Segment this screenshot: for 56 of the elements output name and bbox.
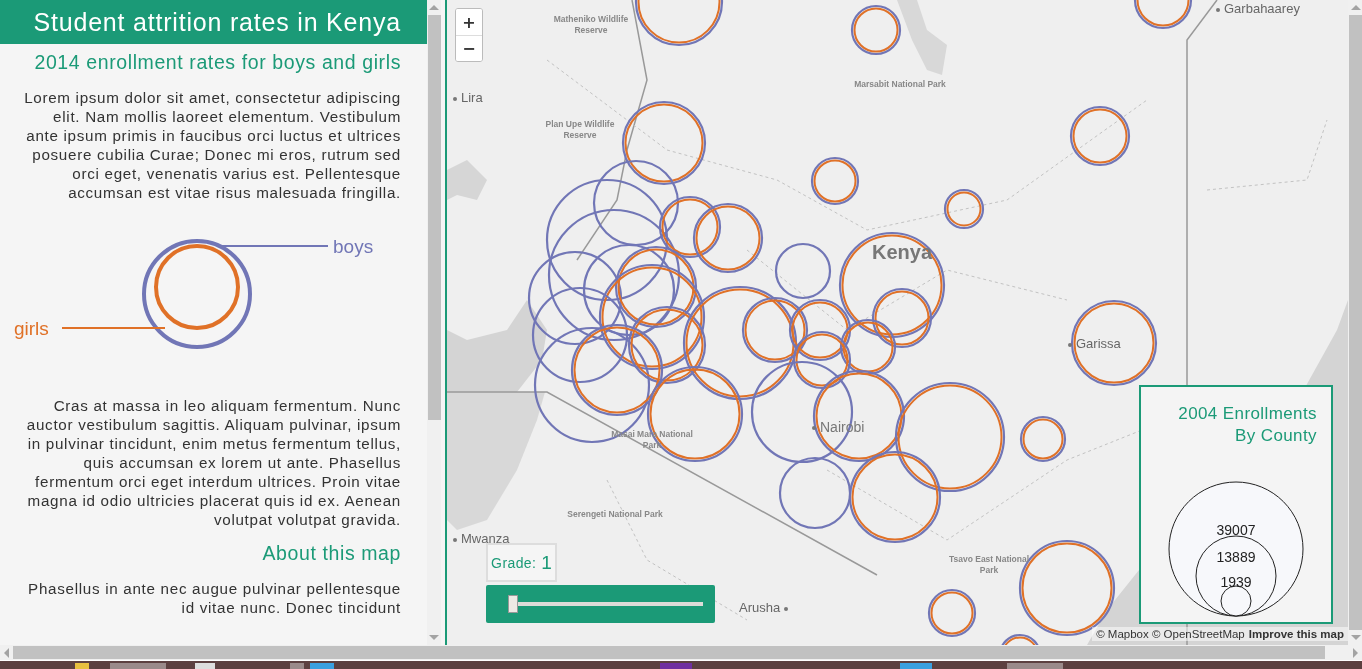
taskbar-icon[interactable] [290, 663, 304, 669]
body-paragraph: Lorem ipsum dolor sit amet, consectetur adipiscing elit. Nam mollis laoreet elementum. Vestibulum ante ipsum primis in faucibus orci luctus et ultrices posuere cubilia Curae; Donec mi eros, rutrum sed orci eget, venenatis varius est. Pellentesque accumsan est vitae risus malesuada fringilla. [24, 88, 401, 202]
town-dot-icon [1068, 342, 1072, 347]
slider-thumb[interactable] [508, 595, 518, 613]
scroll-down-icon[interactable] [429, 635, 439, 640]
scrollbar-thumb[interactable] [427, 15, 441, 420]
legend-label: girls [14, 318, 49, 339]
map-place-label: Garbahaarey [1224, 1, 1300, 16]
body-paragraph: Phasellus in ante nec augue pulvinar pellentesque id vitae nunc. Donec tincidunt [27, 579, 401, 617]
grade-label: Grade: [491, 554, 537, 571]
zoom-out-button[interactable]: − [456, 35, 482, 61]
improve-map-link[interactable]: Improve this map [1248, 628, 1344, 640]
map-place-label: Plan Upe Wildlife Reserve [545, 119, 615, 140]
map-place-label: Mwanza [461, 531, 510, 546]
county-bubble [850, 4, 902, 56]
county-bubble [1019, 415, 1067, 463]
county-bubble [1069, 105, 1131, 167]
scrollbar-thumb[interactable] [1349, 15, 1362, 630]
map-place-label: Serengeti National Park [567, 509, 663, 519]
grade-slider[interactable] [508, 595, 703, 613]
county-bubble [810, 156, 860, 206]
taskbar-icon[interactable] [75, 663, 89, 669]
county-bubble [1133, 0, 1193, 30]
town-dot-icon [784, 606, 789, 611]
scroll-down-icon[interactable] [1351, 635, 1361, 640]
county-bubble [927, 588, 977, 638]
scroll-up-icon[interactable] [429, 5, 439, 10]
capital-marker-icon [812, 426, 816, 431]
map-attribution: © Mapbox © OpenStreetMap [1096, 628, 1245, 640]
map-place-label: Lira [461, 90, 483, 105]
map-place-label: Matheniko Wildlife Reserve [553, 14, 629, 35]
town-dot-icon [453, 537, 457, 542]
map-place-label: Tsavo East National Park [948, 554, 1030, 575]
taskbar-icon[interactable] [195, 663, 215, 669]
grade-value: 1 [541, 551, 552, 574]
section-heading: 2014 enrollment rates for boys and girls [33, 50, 401, 74]
town-dot-icon [1216, 7, 1220, 12]
body-paragraph: Cras at massa in leo aliquam fermentum. Nunc auctor vestibulum sagittis. Aliquam pulvinar, ipsum in pulvinar tincidunt, enim metus fermentum tellus, quis accumsan ex lorem ut ante. Phasellus fermentum orci eget interdum ultrices. Proin vitae magna id odio ultricies placerat quis id ex. Aenean volutpat volutpat gravida. [25, 396, 401, 529]
section-heading: About this map [261, 541, 401, 565]
app-title: Student attrition rates in Kenya [33, 7, 401, 37]
size-value: 13889 [1216, 549, 1256, 565]
map-place-label: Garissa [1076, 336, 1121, 351]
taskbar-icon[interactable] [110, 663, 166, 669]
taskbar-icon[interactable] [660, 663, 692, 669]
legend-title: 2004 Enrollments By County [1177, 403, 1317, 447]
taskbar-icon[interactable] [1007, 663, 1063, 669]
town-dot-icon [453, 96, 457, 101]
taskbar-icon[interactable] [900, 663, 932, 669]
size-value: 39007 [1216, 522, 1256, 538]
size-value: 1939 [1220, 574, 1252, 590]
scroll-up-icon[interactable] [1351, 5, 1361, 10]
taskbar-icon[interactable] [310, 663, 334, 669]
map-place-label: Marsabit National Park [854, 79, 946, 89]
map-place-label: Arusha [739, 600, 781, 615]
scrollbar-thumb[interactable] [13, 646, 1325, 659]
legend-label: boys [333, 236, 374, 257]
